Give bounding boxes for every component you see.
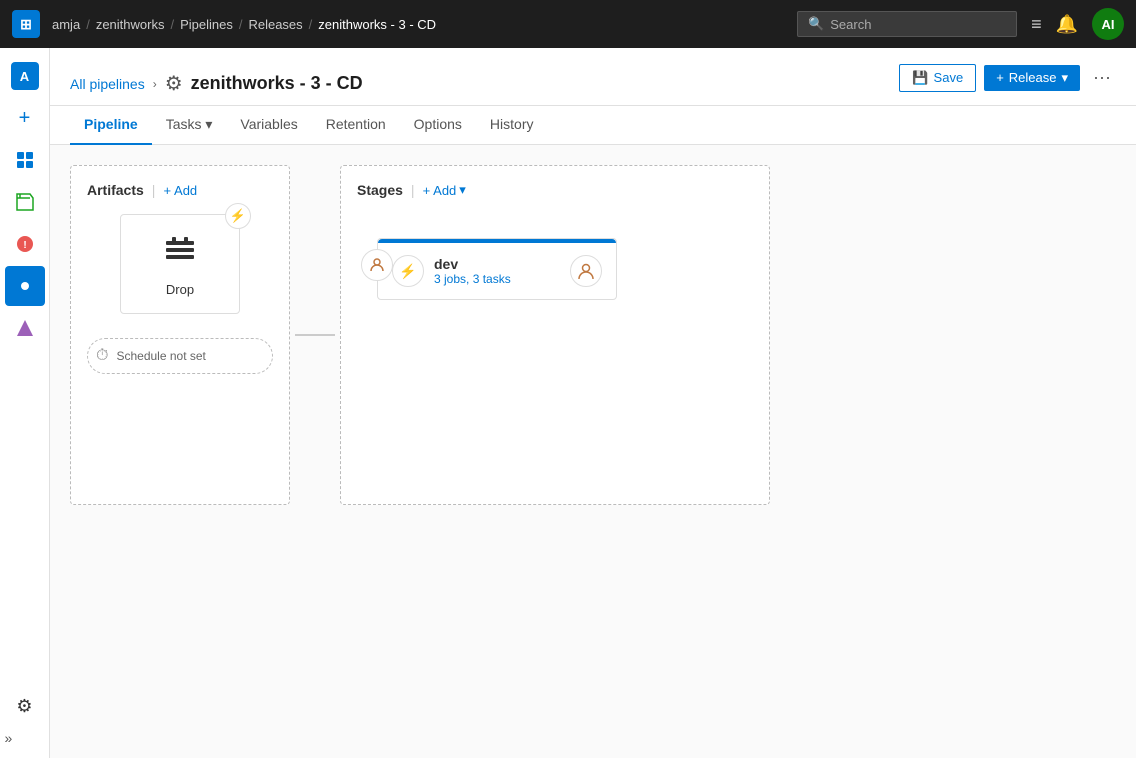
- stage-post-approval-icon[interactable]: [570, 255, 602, 287]
- artifacts-section: Artifacts | + Add ⚡: [70, 165, 290, 505]
- save-button[interactable]: 💾 Save: [899, 64, 976, 92]
- breadcrumb-current: zenithworks - 3 - CD: [318, 17, 436, 32]
- breadcrumb-releases[interactable]: Releases: [248, 17, 302, 32]
- sep-4: /: [309, 17, 313, 32]
- stages-section: Stages | + Add ▾: [340, 165, 770, 505]
- stages-add-chevron: ▾: [459, 182, 466, 198]
- pipeline-canvas: Artifacts | + Add ⚡: [70, 165, 1116, 505]
- pipeline-type-icon: ⚙: [165, 71, 183, 96]
- more-options-button[interactable]: ···: [1088, 62, 1116, 93]
- artifact-lightning-badge[interactable]: ⚡: [225, 203, 251, 229]
- tab-variables[interactable]: Variables: [226, 106, 311, 145]
- tasks-chevron-icon: ▾: [205, 116, 212, 132]
- artifact-label: Drop: [166, 282, 194, 297]
- tab-options[interactable]: Options: [400, 106, 476, 145]
- pipeline-actions: 💾 Save + Release ▾ ···: [899, 62, 1116, 93]
- stages-sep: |: [411, 182, 415, 198]
- tab-pipeline[interactable]: Pipeline: [70, 106, 152, 145]
- artifact-lightning-icon: ⚡: [230, 208, 246, 224]
- artifacts-header: Artifacts | + Add: [87, 182, 273, 198]
- stage-card-wrapper: ⚡ dev 3 jobs, 3 tasks: [377, 230, 617, 300]
- stage-name: dev: [434, 256, 560, 272]
- artifact-card-drop[interactable]: ⚡ Drop: [120, 214, 240, 314]
- app-logo[interactable]: ⊞: [12, 10, 40, 38]
- stages-add-label: Add: [433, 183, 456, 198]
- schedule-clock-icon: ⏱: [96, 347, 108, 365]
- sep-3: /: [239, 17, 243, 32]
- stage-pre-approval-icon[interactable]: [361, 249, 393, 281]
- all-pipelines-link[interactable]: All pipelines: [70, 76, 145, 92]
- main-layout: A + ! ⚙ » All pipelines › ⚙: [0, 48, 1136, 758]
- artifacts-add-icon: +: [163, 183, 171, 198]
- breadcrumb: amja / zenithworks / Pipelines / Release…: [52, 17, 797, 32]
- nav-icons: ≡ 🔔 AI: [1031, 8, 1124, 40]
- pipeline-canvas-area: Artifacts | + Add ⚡: [50, 145, 1136, 758]
- release-button[interactable]: + Release ▾: [984, 65, 1080, 91]
- breadcrumb-pipelines[interactable]: Pipelines: [180, 17, 233, 32]
- stages-add-button[interactable]: + Add ▾: [423, 182, 466, 198]
- breadcrumb-amja[interactable]: amja: [52, 17, 80, 32]
- sidebar-item-logo[interactable]: A: [5, 56, 45, 96]
- stage-card-dev[interactable]: ⚡ dev 3 jobs, 3 tasks: [377, 238, 617, 300]
- sep-2: /: [170, 17, 174, 32]
- schedule-item[interactable]: ⏱ Schedule not set: [87, 338, 273, 374]
- pipeline-title-area: All pipelines › ⚙ zenithworks - 3 - CD: [70, 71, 363, 96]
- artifacts-sep: |: [152, 182, 156, 198]
- top-nav: ⊞ amja / zenithworks / Pipelines / Relea…: [0, 0, 1136, 48]
- stages-add-icon: +: [423, 183, 431, 198]
- sidebar-expand-button[interactable]: »: [5, 730, 45, 746]
- artifacts-add-label: Add: [174, 183, 197, 198]
- sidebar-item-testplans[interactable]: [5, 308, 45, 348]
- sidebar-item-artifacts[interactable]: !: [5, 224, 45, 264]
- logo-icon: ⊞: [20, 16, 32, 33]
- tabs-bar: Pipeline Tasks ▾ Variables Retention Opt…: [50, 106, 1136, 145]
- sidebar-item-repos[interactable]: [5, 182, 45, 222]
- sidebar-item-add[interactable]: +: [5, 98, 45, 138]
- search-icon: 🔍: [808, 16, 824, 32]
- stage-trigger-icon[interactable]: ⚡: [392, 255, 424, 287]
- page-title: zenithworks - 3 - CD: [191, 73, 363, 94]
- release-label: Release: [1009, 70, 1057, 85]
- stage-meta[interactable]: 3 jobs, 3 tasks: [434, 272, 560, 286]
- pipeline-header: All pipelines › ⚙ zenithworks - 3 - CD 💾…: [50, 48, 1136, 106]
- content-area: All pipelines › ⚙ zenithworks - 3 - CD 💾…: [50, 48, 1136, 758]
- artifact-build-icon: [162, 231, 198, 274]
- sidebar-item-pipelines[interactable]: [5, 266, 45, 306]
- stages-header: Stages | + Add ▾: [357, 182, 753, 198]
- search-label: Search: [830, 17, 871, 32]
- stages-title: Stages: [357, 182, 403, 198]
- svg-text:!: !: [23, 240, 26, 251]
- search-box[interactable]: 🔍 Search: [797, 11, 1017, 37]
- sidebar-item-boards[interactable]: [5, 140, 45, 180]
- stage-info: dev 3 jobs, 3 tasks: [434, 256, 560, 286]
- schedule-label: Schedule not set: [116, 349, 205, 363]
- save-disk-icon: 💾: [912, 70, 928, 86]
- release-plus-icon: +: [996, 70, 1004, 85]
- sep-1: /: [86, 17, 90, 32]
- save-label: Save: [934, 70, 964, 85]
- breadcrumb-zenithworks[interactable]: zenithworks: [96, 17, 165, 32]
- tab-history[interactable]: History: [476, 106, 548, 145]
- sidebar-logo-letter: A: [11, 62, 39, 90]
- stage-card-body: ⚡ dev 3 jobs, 3 tasks: [378, 243, 616, 299]
- release-chevron-icon: ▾: [1061, 70, 1068, 86]
- sidebar: A + ! ⚙ »: [0, 48, 50, 758]
- tab-tasks[interactable]: Tasks ▾: [152, 106, 227, 145]
- notification-icon[interactable]: 🔔: [1056, 14, 1078, 35]
- sidebar-item-settings[interactable]: ⚙: [5, 686, 45, 726]
- sidebar-bottom: ⚙ »: [5, 686, 45, 746]
- artifacts-add-button[interactable]: + Add: [163, 183, 197, 198]
- artifacts-title: Artifacts: [87, 182, 144, 198]
- list-icon[interactable]: ≡: [1031, 14, 1042, 35]
- tab-retention[interactable]: Retention: [312, 106, 400, 145]
- stage-lightning-icon: ⚡: [399, 263, 416, 280]
- breadcrumb-chevron: ›: [153, 77, 157, 91]
- connector-svg: [290, 285, 340, 385]
- user-avatar[interactable]: AI: [1092, 8, 1124, 40]
